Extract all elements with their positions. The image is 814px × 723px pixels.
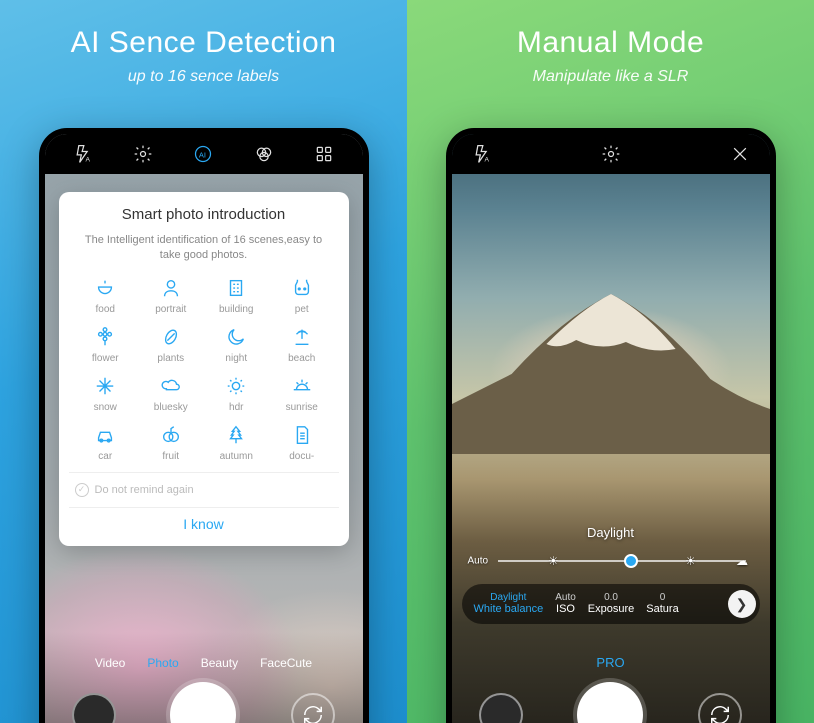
mode-beauty[interactable]: Beauty (201, 656, 238, 670)
scene-beach[interactable]: beach (269, 325, 335, 364)
snow-icon (93, 374, 117, 398)
night-icon (224, 325, 248, 349)
scene-pet[interactable]: pet (269, 276, 335, 315)
settings-icon[interactable] (599, 143, 623, 165)
pet-icon (290, 276, 314, 300)
promo-panel-manual: Manual Mode Manipulate like a SLR A (407, 0, 814, 723)
ai-icon[interactable]: AI (192, 143, 214, 165)
hdr-icon (224, 374, 248, 398)
camera-bottombar (45, 682, 363, 723)
scene-night[interactable]: night (204, 325, 270, 364)
remind-row[interactable]: ✓ Do not remind again (69, 472, 339, 507)
pro-saturation[interactable]: 0 Satura (646, 592, 678, 615)
scene-building[interactable]: building (204, 276, 270, 315)
mode-photo[interactable]: Photo (147, 656, 178, 670)
shutter-button[interactable] (577, 682, 643, 723)
scene-fruit[interactable]: fruit (138, 423, 204, 462)
portrait-icon (159, 276, 183, 300)
camera-switch-button[interactable] (291, 693, 335, 723)
scene-grid: food portrait building pet flower plants… (73, 276, 335, 462)
camera-topbar: A (452, 134, 770, 174)
svg-text:AI: AI (199, 150, 206, 159)
panel-title: Manual Mode (517, 26, 704, 60)
slider-track (498, 560, 746, 562)
panel-title: AI Sence Detection (71, 26, 337, 60)
scene-plants[interactable]: plants (138, 325, 204, 364)
scene-snow[interactable]: snow (73, 374, 139, 413)
close-icon[interactable] (728, 143, 752, 165)
wb-tick-shade-icon[interactable]: ☀ (685, 554, 696, 568)
scene-food[interactable]: food (73, 276, 139, 315)
wb-tick-cloudy-icon[interactable]: ☁ (736, 554, 748, 568)
fruit-icon (159, 423, 183, 447)
scene-car[interactable]: car (73, 423, 139, 462)
pro-mode-label: PRO (452, 655, 770, 670)
flower-icon (93, 325, 117, 349)
wb-tick-incandescent-icon[interactable]: ☀ (548, 554, 559, 568)
food-icon (93, 276, 117, 300)
pro-white-balance[interactable]: Daylight White balance (474, 592, 544, 615)
remind-label: Do not remind again (95, 484, 194, 496)
card-title: Smart photo introduction (69, 206, 339, 223)
wb-mode-label: Daylight (452, 525, 770, 540)
wb-auto-label[interactable]: Auto (468, 556, 489, 567)
scene-portrait[interactable]: portrait (138, 276, 204, 315)
autumn-icon (224, 423, 248, 447)
plants-icon (159, 325, 183, 349)
pro-iso[interactable]: Auto ISO (555, 592, 576, 615)
settings-icon[interactable] (132, 143, 154, 165)
phone-mockup-right: A Daylight Auto ☀ ☀ ☀ ☁ (446, 128, 776, 723)
filter-icon[interactable] (253, 143, 275, 165)
scene-hdr[interactable]: hdr (204, 374, 270, 413)
wb-slider[interactable]: Auto ☀ ☀ ☀ ☁ (468, 548, 754, 574)
building-icon (224, 276, 248, 300)
promo-panel-ai: AI Sence Detection up to 16 sence labels… (0, 0, 407, 723)
gallery-thumbnail[interactable] (479, 693, 523, 723)
confirm-button[interactable]: I know (69, 507, 339, 536)
scene-sunrise[interactable]: sunrise (269, 374, 335, 413)
beach-icon (290, 325, 314, 349)
mode-video[interactable]: Video (95, 656, 125, 670)
bluesky-icon (159, 374, 183, 398)
svg-text:A: A (85, 157, 90, 164)
pro-next-arrow[interactable]: ❯ (728, 590, 756, 618)
mode-selector[interactable]: Video Photo Beauty FaceCute (45, 656, 363, 670)
pro-settings-strip[interactable]: Daylight White balance Auto ISO 0.0 Expo… (462, 584, 760, 624)
panel-subtitle: up to 16 sence labels (128, 68, 279, 86)
pro-exposure[interactable]: 0.0 Exposure (588, 592, 634, 615)
car-icon (93, 423, 117, 447)
svg-text:A: A (484, 157, 489, 164)
sunrise-icon (290, 374, 314, 398)
remind-checkbox[interactable]: ✓ (75, 483, 89, 497)
camera-switch-button[interactable] (698, 693, 742, 723)
panel-subtitle: Manipulate like a SLR (533, 68, 689, 86)
mountain-graphic (452, 274, 770, 454)
scene-autumn[interactable]: autumn (204, 423, 270, 462)
shutter-button[interactable] (170, 682, 236, 723)
flash-auto-icon[interactable]: A (72, 143, 94, 165)
phone-mockup-left: A AI Smart photo introduction The Intell… (39, 128, 369, 723)
gallery-thumbnail[interactable] (72, 693, 116, 723)
card-description: The Intelligent identification of 16 sce… (81, 233, 327, 264)
mode-facecute[interactable]: FaceCute (260, 656, 312, 670)
slider-knob[interactable] (624, 554, 638, 568)
camera-topbar: A AI (45, 134, 363, 174)
camera-bottombar (452, 682, 770, 723)
flash-auto-icon[interactable]: A (470, 143, 494, 165)
scene-bluesky[interactable]: bluesky (138, 374, 204, 413)
scene-document[interactable]: docu- (269, 423, 335, 462)
scene-flower[interactable]: flower (73, 325, 139, 364)
grid-icon[interactable] (313, 143, 335, 165)
smart-photo-card: Smart photo introduction The Intelligent… (59, 192, 349, 546)
document-icon (290, 423, 314, 447)
